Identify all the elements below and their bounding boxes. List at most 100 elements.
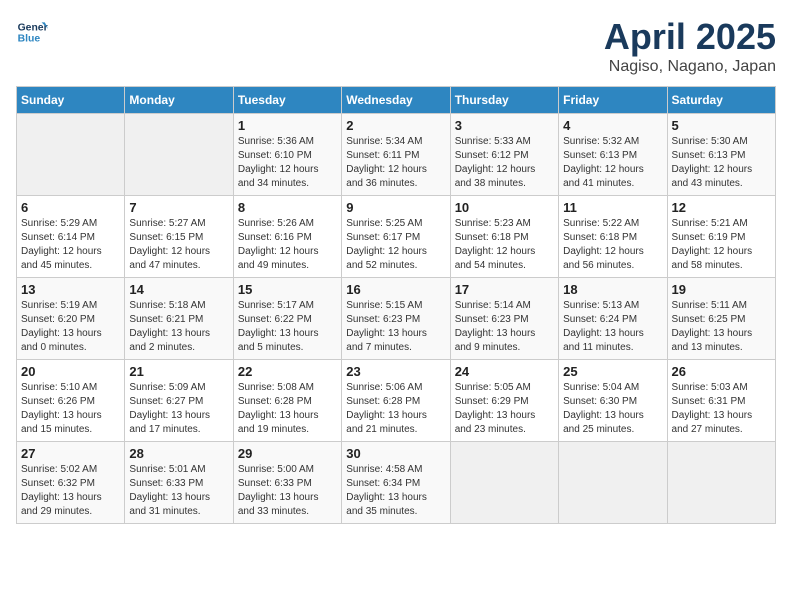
calendar-week-5: 27 Sunrise: 5:02 AM Sunset: 6:32 PM Dayli… — [17, 442, 776, 524]
calendar-header: Sunday Monday Tuesday Wednesday Thursday… — [17, 87, 776, 114]
day-info: Sunrise: 5:33 AM Sunset: 6:12 PM Dayligh… — [455, 135, 554, 191]
weekday-row: Sunday Monday Tuesday Wednesday Thursday… — [17, 87, 776, 114]
calendar-cell: 10Sunrise: 5:23 AM Sunset: 6:18 PM Dayli… — [450, 196, 558, 278]
main-title: April 2025 — [604, 16, 776, 58]
day-number: 12 — [672, 200, 771, 215]
day-info: Sunrise: 5:25 AM Sunset: 6:17 PM Dayligh… — [346, 217, 445, 273]
calendar-cell: 25 Sunrise: 5:04 AM Sunset: 6:30 PM Dayli… — [559, 360, 667, 442]
calendar-week-2: 6 Sunrise: 5:29 AM Sunset: 6:14 PM Daylig… — [17, 196, 776, 278]
day-info: Sunrise: 5:21 AM Sunset: 6:19 PM Dayligh… — [672, 217, 771, 273]
day-number: 3 — [455, 118, 554, 133]
day-info: Sunrise: 5:15 AM Sunset: 6:23 PM Dayligh… — [346, 299, 445, 355]
day-info: Sunrise: 5:05 AM Sunset: 6:29 PM Dayligh… — [455, 381, 554, 437]
calendar-cell: 20Sunrise: 5:10 AM Sunset: 6:26 PM Dayli… — [17, 360, 125, 442]
calendar-cell: 5Sunrise: 5:30 AM Sunset: 6:13 PM Daylig… — [667, 114, 775, 196]
calendar-table: Sunday Monday Tuesday Wednesday Thursday… — [16, 86, 776, 524]
day-number: 4 — [563, 118, 662, 133]
day-info: Sunrise: 5:32 AM Sunset: 6:13 PM Dayligh… — [563, 135, 662, 191]
day-number: 15 — [238, 282, 337, 297]
calendar-cell: 6 Sunrise: 5:29 AM Sunset: 6:14 PM Daylig… — [17, 196, 125, 278]
title-area: April 2025 Nagiso, Nagano, Japan — [604, 16, 776, 76]
day-info: Sunrise: 5:04 AM Sunset: 6:30 PM Dayligh… — [563, 381, 662, 437]
calendar-cell: 27 Sunrise: 5:02 AM Sunset: 6:32 PM Dayli… — [17, 442, 125, 524]
col-tuesday: Tuesday — [233, 87, 341, 114]
day-info: Sunrise: 5:06 AM Sunset: 6:28 PM Dayligh… — [346, 381, 445, 437]
day-number: 20 — [21, 364, 120, 379]
calendar-cell: 1 Sunrise: 5:36 AM Sunset: 6:10 PM Daylig… — [233, 114, 341, 196]
calendar-week-3: 13 Sunrise: 5:19 AM Sunset: 6:20 PM Dayli… — [17, 278, 776, 360]
day-info: Sunrise: 5:34 AM Sunset: 6:11 PM Dayligh… — [346, 135, 445, 191]
day-info: Sunrise: 5:36 AM Sunset: 6:10 PM Dayligh… — [238, 135, 337, 191]
calendar-body: 1 Sunrise: 5:36 AM Sunset: 6:10 PM Daylig… — [17, 114, 776, 524]
calendar-cell: 15 Sunrise: 5:17 AM Sunset: 6:22 PM Dayli… — [233, 278, 341, 360]
calendar-cell — [667, 442, 775, 524]
calendar-cell: 7Sunrise: 5:27 AM Sunset: 6:15 PM Daylig… — [125, 196, 233, 278]
day-number: 7 — [129, 200, 228, 215]
day-number: 27 — [21, 446, 120, 461]
calendar-cell: 19 Sunrise: 5:11 AM Sunset: 6:25 PM Dayli… — [667, 278, 775, 360]
day-number: 28 — [129, 446, 228, 461]
calendar-cell: 8 Sunrise: 5:26 AM Sunset: 6:16 PM Daylig… — [233, 196, 341, 278]
day-number: 22 — [238, 364, 337, 379]
logo: General Blue — [16, 16, 48, 48]
day-number: 25 — [563, 364, 662, 379]
calendar-cell: 4 Sunrise: 5:32 AM Sunset: 6:13 PM Daylig… — [559, 114, 667, 196]
day-number: 21 — [129, 364, 228, 379]
calendar-cell: 11Sunrise: 5:22 AM Sunset: 6:18 PM Dayli… — [559, 196, 667, 278]
day-number: 30 — [346, 446, 445, 461]
calendar-cell: 9 Sunrise: 5:25 AM Sunset: 6:17 PM Daylig… — [342, 196, 450, 278]
day-number: 5 — [672, 118, 771, 133]
col-thursday: Thursday — [450, 87, 558, 114]
day-number: 16 — [346, 282, 445, 297]
col-friday: Friday — [559, 87, 667, 114]
calendar-cell: 2 Sunrise: 5:34 AM Sunset: 6:11 PM Daylig… — [342, 114, 450, 196]
day-info: Sunrise: 5:17 AM Sunset: 6:22 PM Dayligh… — [238, 299, 337, 355]
calendar-cell: 12 Sunrise: 5:21 AM Sunset: 6:19 PM Dayli… — [667, 196, 775, 278]
logo-icon: General Blue — [16, 16, 48, 48]
day-number: 1 — [238, 118, 337, 133]
calendar-cell: 13 Sunrise: 5:19 AM Sunset: 6:20 PM Dayli… — [17, 278, 125, 360]
day-info: Sunrise: 5:13 AM Sunset: 6:24 PM Dayligh… — [563, 299, 662, 355]
calendar-cell: 30 Sunrise: 4:58 AM Sunset: 6:34 PM Dayli… — [342, 442, 450, 524]
calendar-cell: 16 Sunrise: 5:15 AM Sunset: 6:23 PM Dayli… — [342, 278, 450, 360]
day-number: 11 — [563, 200, 662, 215]
calendar-cell: 24 Sunrise: 5:05 AM Sunset: 6:29 PM Dayli… — [450, 360, 558, 442]
day-info: Sunrise: 5:11 AM Sunset: 6:25 PM Dayligh… — [672, 299, 771, 355]
calendar-cell — [559, 442, 667, 524]
day-number: 6 — [21, 200, 120, 215]
day-number: 2 — [346, 118, 445, 133]
day-number: 17 — [455, 282, 554, 297]
day-info: Sunrise: 5:14 AM Sunset: 6:23 PM Dayligh… — [455, 299, 554, 355]
col-sunday: Sunday — [17, 87, 125, 114]
day-info: Sunrise: 5:02 AM Sunset: 6:32 PM Dayligh… — [21, 463, 120, 519]
calendar-cell: 26Sunrise: 5:03 AM Sunset: 6:31 PM Dayli… — [667, 360, 775, 442]
calendar-cell — [17, 114, 125, 196]
subtitle: Nagiso, Nagano, Japan — [604, 58, 776, 76]
calendar-cell: 17 Sunrise: 5:14 AM Sunset: 6:23 PM Dayli… — [450, 278, 558, 360]
calendar-cell: 3 Sunrise: 5:33 AM Sunset: 6:12 PM Daylig… — [450, 114, 558, 196]
day-number: 8 — [238, 200, 337, 215]
calendar-cell — [125, 114, 233, 196]
day-info: Sunrise: 5:00 AM Sunset: 6:33 PM Dayligh… — [238, 463, 337, 519]
day-number: 19 — [672, 282, 771, 297]
day-info: Sunrise: 5:09 AM Sunset: 6:27 PM Dayligh… — [129, 381, 228, 437]
calendar-cell: 14Sunrise: 5:18 AM Sunset: 6:21 PM Dayli… — [125, 278, 233, 360]
calendar-week-4: 20Sunrise: 5:10 AM Sunset: 6:26 PM Dayli… — [17, 360, 776, 442]
day-info: Sunrise: 5:26 AM Sunset: 6:16 PM Dayligh… — [238, 217, 337, 273]
day-number: 24 — [455, 364, 554, 379]
calendar-cell: 28 Sunrise: 5:01 AM Sunset: 6:33 PM Dayli… — [125, 442, 233, 524]
calendar-cell: 22Sunrise: 5:08 AM Sunset: 6:28 PM Dayli… — [233, 360, 341, 442]
day-number: 10 — [455, 200, 554, 215]
calendar-cell: 21 Sunrise: 5:09 AM Sunset: 6:27 PM Dayli… — [125, 360, 233, 442]
day-info: Sunrise: 4:58 AM Sunset: 6:34 PM Dayligh… — [346, 463, 445, 519]
day-info: Sunrise: 5:01 AM Sunset: 6:33 PM Dayligh… — [129, 463, 228, 519]
svg-text:Blue: Blue — [18, 34, 41, 45]
calendar-cell — [450, 442, 558, 524]
day-number: 13 — [21, 282, 120, 297]
calendar-cell: 29Sunrise: 5:00 AM Sunset: 6:33 PM Dayli… — [233, 442, 341, 524]
day-info: Sunrise: 5:29 AM Sunset: 6:14 PM Dayligh… — [21, 217, 120, 273]
col-wednesday: Wednesday — [342, 87, 450, 114]
calendar-week-1: 1 Sunrise: 5:36 AM Sunset: 6:10 PM Daylig… — [17, 114, 776, 196]
day-number: 9 — [346, 200, 445, 215]
day-info: Sunrise: 5:19 AM Sunset: 6:20 PM Dayligh… — [21, 299, 120, 355]
